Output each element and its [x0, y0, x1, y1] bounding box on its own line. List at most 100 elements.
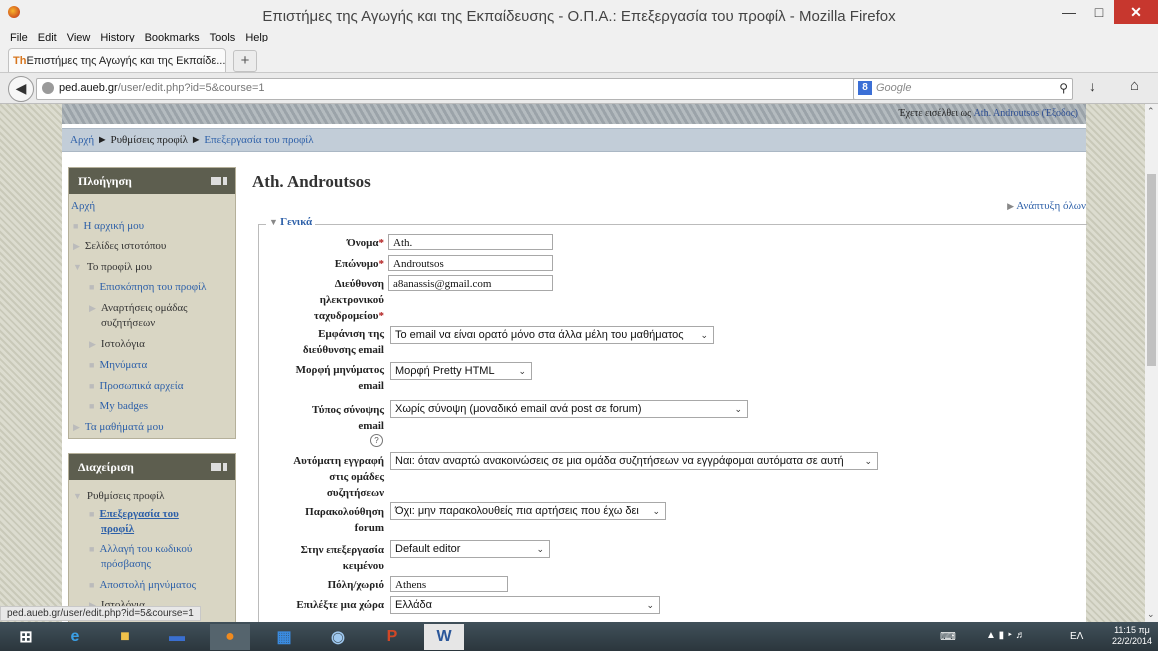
nav-view-profile-label: Επισκόπηση του προφίλ [99, 281, 207, 293]
expand-all-link[interactable]: ▶ Ανάπτυξη όλων [1007, 200, 1086, 212]
country-select[interactable]: Ελλάδα ⌄ [390, 596, 660, 614]
trackforums-select[interactable]: Όχι: μην παρακολουθείς πια αρτήσεις που … [390, 502, 666, 520]
city-input[interactable]: Athens [390, 576, 508, 592]
mailformat-label-line2: email [358, 380, 384, 392]
nav-my-home[interactable]: ■ Η αρχική μου [73, 219, 144, 234]
browser-tab[interactable]: ThΕπιστήμες της Αγωγής και της Εκπαίδε..… [8, 48, 226, 72]
admin-change-password-line2[interactable]: πρόσβασης [101, 557, 151, 572]
globe-icon [42, 82, 54, 94]
tab-bar: ThΕπιστήμες της Αγωγής και της Εκπαίδε..… [0, 42, 1158, 73]
chevron-down-icon: ⌄ [646, 600, 654, 610]
mailformat-select[interactable]: Μορφή Pretty HTML ⌄ [390, 362, 532, 380]
nav-forum-posts-line2[interactable]: συζητήσεων [101, 316, 155, 331]
nav-forum-posts[interactable]: ▶ Αναρτήσεις ομάδας [89, 301, 188, 316]
help-icon[interactable]: ? [370, 434, 383, 447]
firstname-input[interactable]: Ath. [388, 234, 553, 250]
required-marker: * [378, 310, 385, 322]
editor-select-value: Default editor [395, 543, 461, 555]
bullet-icon: ■ [89, 401, 95, 411]
chevron-down-icon: ⌄ [700, 330, 708, 340]
home-icon[interactable]: ⌂ [1130, 77, 1139, 94]
navigation-block-header: Πλοήγηση [69, 168, 235, 194]
breadcrumb-current[interactable]: Επεξεργασία του προφίλ [204, 134, 313, 146]
maximize-icon[interactable]: □ [1084, 0, 1114, 24]
internet-explorer-icon[interactable]: e [55, 624, 95, 650]
country-select-value: Ελλάδα [395, 599, 433, 611]
nav-forum-posts-label: Αναρτήσεις ομάδας [100, 302, 188, 314]
thunderbird-icon[interactable]: ◉ [318, 624, 358, 650]
close-icon[interactable]: ✕ [1114, 0, 1158, 24]
nav-home[interactable]: Αρχή [71, 199, 95, 214]
collapse-arrow-icon: ▼ [269, 217, 281, 227]
back-arrow-icon[interactable]: ◀ [8, 76, 34, 102]
editor-select[interactable]: Default editor ⌄ [390, 540, 550, 558]
search-icon[interactable]: ⚲ [1059, 81, 1068, 95]
nav-blogs-label: Ιστολόγια [100, 338, 145, 350]
general-legend[interactable]: ▼ Γενικά [266, 216, 316, 228]
lenovo-app-icon[interactable]: ▬ [157, 624, 197, 650]
search-bar[interactable]: 8 Google ⚲ [853, 78, 1073, 100]
block-dock-icon[interactable] [211, 177, 227, 185]
admin-edit-profile[interactable]: ■ Επεξεργασία του [89, 507, 179, 522]
status-bar-url: ped.aueb.gr/user/edit.php?id=5&course=1 [0, 606, 201, 621]
powerpoint-icon[interactable]: P [372, 624, 412, 650]
file-explorer-icon[interactable]: ■ [105, 624, 145, 650]
maildisplay-select-value: Το email να είναι ορατό μόνο στα άλλα μέ… [395, 329, 684, 341]
block-dock-icon[interactable] [211, 463, 227, 471]
minimize-icon[interactable]: — [1054, 0, 1084, 24]
scroll-down-icon[interactable]: ⌄ [1147, 609, 1155, 620]
nav-messages[interactable]: ■ Μηνύματα [89, 358, 147, 373]
admin-messaging[interactable]: ■ Αποστολή μηνύματος [89, 578, 196, 593]
bullet-icon: ■ [73, 221, 79, 231]
admin-profile-settings-label: Ρυθμίσεις προφίλ [86, 490, 165, 502]
word-icon[interactable]: W [424, 624, 464, 650]
lastname-label-text: Επώνυμο [334, 258, 379, 270]
nav-site-pages-label: Σελίδες ιστοτόπου [84, 240, 167, 252]
general-legend-label: Γενικά [280, 216, 313, 228]
nav-view-profile[interactable]: ■ Επισκόπηση του προφίλ [89, 280, 206, 295]
admin-edit-profile-line2[interactable]: προφίλ [101, 522, 134, 537]
scrollbar-thumb[interactable] [1147, 174, 1156, 366]
url-path: /user/edit.php?id=5&course=1 [117, 82, 265, 94]
keyboard-icon[interactable]: ⌨ [940, 630, 956, 643]
chevron-down-icon: ⌄ [864, 456, 872, 466]
breadcrumb-home[interactable]: Αρχή [70, 134, 94, 146]
clock-date: 22/2/2014 [1111, 636, 1152, 646]
logout-link[interactable]: (Έξοδος) [1042, 108, 1078, 119]
page-background: Έχετε εισέλθει ως Ath. Androutsos (Έξοδο… [0, 104, 1145, 626]
navigation-block: Πλοήγηση Αρχή ■ Η αρχική μου ▶ Σελίδες ιστ… [68, 167, 236, 439]
maildisplay-select[interactable]: Το email να είναι ορατό μόνο στα άλλα μέ… [390, 326, 714, 344]
admin-change-password[interactable]: ■ Αλλαγή του κωδικού [89, 542, 192, 557]
required-marker: * [378, 258, 385, 270]
control-panel-icon[interactable]: ▦ [264, 624, 304, 650]
download-icon[interactable]: ↓ [1089, 78, 1096, 94]
nav-site-pages[interactable]: ▶ Σελίδες ιστοτόπου [73, 239, 166, 254]
lastname-input[interactable]: Androutsos [388, 255, 553, 271]
nav-my-profile[interactable]: ▼ Το προφίλ μου [73, 260, 152, 275]
clock[interactable]: 11:15 πμ 22/2/2014 [1112, 625, 1152, 647]
scroll-up-icon[interactable]: ⌃ [1147, 106, 1155, 117]
mailformat-label-line1: Μορφή μηνύματος [295, 364, 384, 376]
administration-block: Διαχείριση ▼ Ρυθμίσεις προφίλ ■ Επεξεργασί… [68, 453, 236, 623]
autosubscribe-select[interactable]: Ναι: όταν αναρτώ ανακοινώσεις σε μια ομά… [390, 452, 878, 470]
administration-block-header: Διαχείριση [69, 454, 235, 480]
window-title: Επιστήμες της Αγωγής και της Εκπαίδευσης… [262, 8, 896, 25]
admin-profile-settings[interactable]: ▼ Ρυθμίσεις προφίλ [73, 489, 164, 504]
login-user-link[interactable]: Ath. Androutsos [974, 108, 1040, 119]
maildisplay-label-line1: Εμφάνιση της [318, 328, 384, 340]
chevron-down-icon: ⌄ [536, 544, 544, 554]
new-tab-button[interactable]: + [233, 50, 257, 72]
nav-my-badges[interactable]: ■ My badges [89, 399, 148, 414]
nav-private-files[interactable]: ■ Προσωπικά αρχεία [89, 379, 184, 394]
header-band: Έχετε εισέλθει ως Ath. Androutsos (Έξοδο… [62, 104, 1086, 124]
language-indicator[interactable]: ΕΛ [1070, 631, 1083, 642]
nav-my-courses[interactable]: ▶ Τα μαθήματά μου [73, 420, 164, 435]
email-input[interactable]: a8anassis@gmail.com [388, 275, 553, 291]
nav-blogs[interactable]: ▶ Ιστολόγια [89, 337, 145, 352]
breadcrumb-separator: ► [190, 134, 202, 146]
firefox-taskbar-icon[interactable]: ● [210, 624, 250, 650]
maildigest-select[interactable]: Χωρίς σύνοψη (μοναδικό email ανά post σε… [390, 400, 748, 418]
editor-label-line1: Στην επεξεργασία [300, 544, 384, 556]
tray-icons[interactable]: ▲ ▮ ‣ ♬ [986, 630, 1026, 641]
windows-start-icon[interactable]: ⊞ [6, 624, 46, 650]
